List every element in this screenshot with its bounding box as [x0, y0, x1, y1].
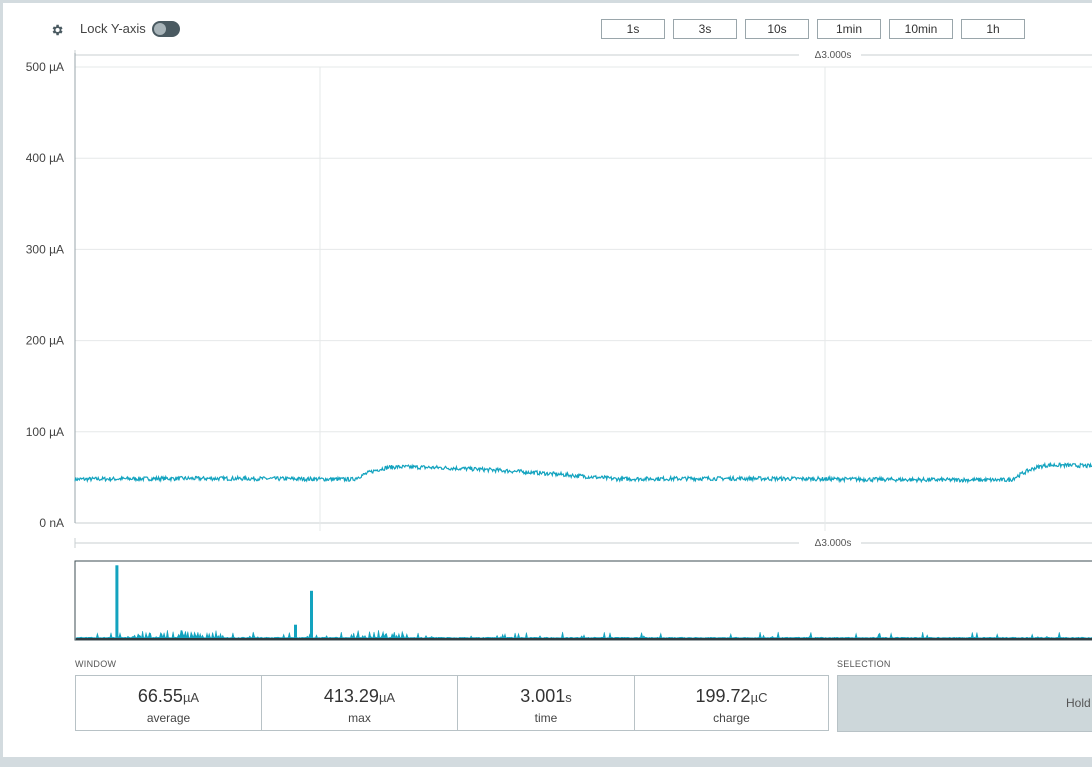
stat-time-label: time [534, 711, 558, 725]
overview-spike [115, 565, 119, 640]
stat-average: 66.55µA average [75, 675, 261, 731]
current-trace-series [74, 461, 1092, 484]
overview-spike [294, 624, 297, 639]
bottom-span-label: Δ3.000s [815, 538, 852, 549]
bottom-span-ruler: Δ3.000s [74, 536, 1092, 550]
stat-time-value: 3.001 [520, 686, 566, 706]
stat-average-value: 66.55 [137, 686, 183, 706]
y-tick-label: 500 µA [26, 60, 64, 74]
top-span-label: Δ3.000s [815, 50, 852, 61]
overview-spike [310, 590, 313, 639]
stat-max-label: max [348, 711, 371, 725]
window-section-label: WINDOW [75, 659, 117, 669]
stat-average-unit: µA [182, 690, 200, 705]
stat-time-value-line: 3.001s [458, 686, 634, 708]
stat-max-unit: µA [378, 690, 396, 705]
stat-max-value: 413.29 [323, 686, 379, 706]
stat-charge-value: 199.72 [695, 686, 751, 706]
y-tick-label: 300 µA [26, 242, 64, 256]
stat-charge-label: charge [713, 711, 750, 725]
stat-average-label: average [146, 711, 191, 725]
stat-average-value-line: 66.55µA [76, 686, 261, 708]
selection-section-label: SELECTION [837, 659, 891, 669]
stat-charge: 199.72µC charge [634, 675, 829, 731]
stat-max-value-line: 413.29µA [262, 686, 457, 708]
overview-minimap[interactable] [74, 560, 1092, 641]
stat-time-unit: s [565, 690, 572, 705]
stat-max: 413.29µA max [261, 675, 457, 731]
power-profiler-window: Lock Y-axis 1s 3s 10s 1min 10min 1h Δ3.0… [3, 3, 1092, 757]
stat-charge-unit: µC [750, 690, 768, 705]
y-tick-label: 0 nA [39, 516, 64, 530]
y-tick-label: 100 µA [26, 425, 64, 439]
overview-frame [74, 560, 1092, 641]
y-tick-label: 400 µA [26, 151, 64, 165]
stat-charge-value-line: 199.72µC [635, 686, 828, 708]
main-plot[interactable]: 0 nA 100 µA 200 µA 300 µA 400 µA 500 µA [26, 53, 1092, 531]
chart-area[interactable]: Δ3.000s 0 nA 100 µA 200 µA 300 µA 400 µA 500 … [3, 3, 1092, 653]
stat-time: 3.001s time [457, 675, 634, 731]
top-span-ruler: Δ3.000s [74, 48, 1092, 62]
selection-panel[interactable]: Hold [837, 675, 1092, 732]
y-tick-label: 200 µA [26, 334, 64, 348]
selection-hint: Hold [1066, 696, 1091, 710]
